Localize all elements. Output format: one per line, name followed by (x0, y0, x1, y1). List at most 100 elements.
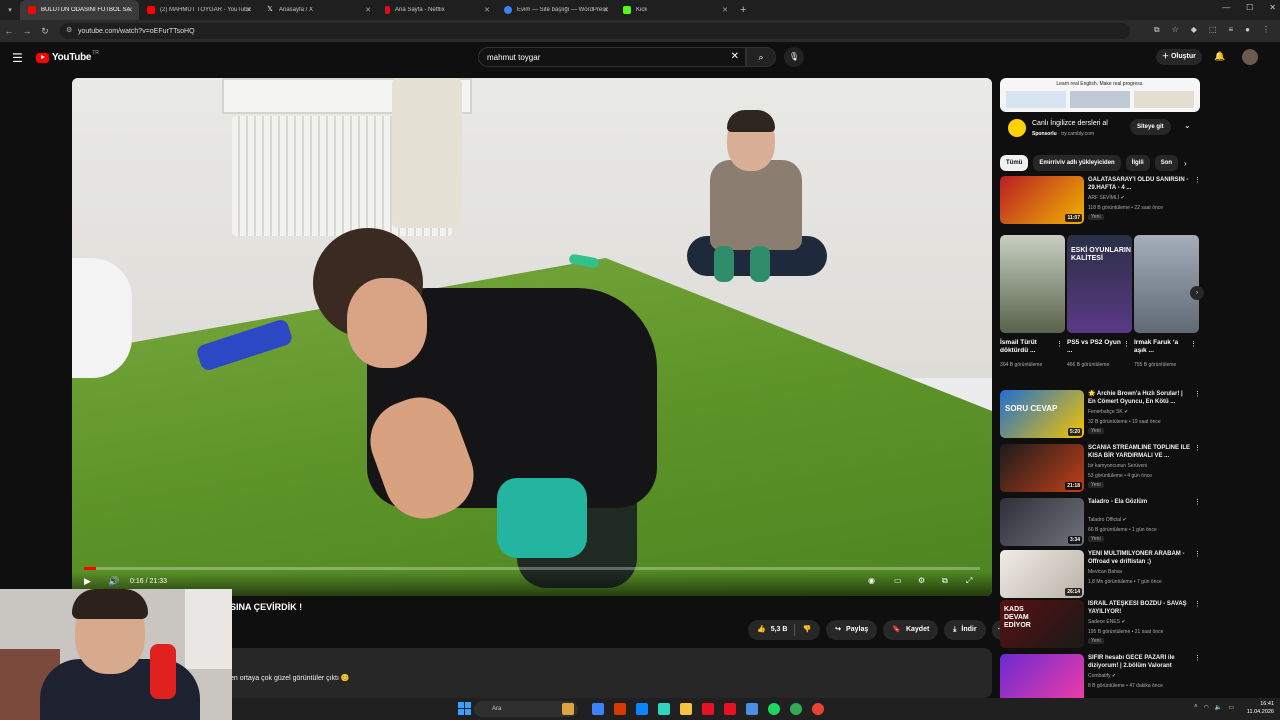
taskbar-app-icon[interactable] (680, 703, 692, 715)
short-title[interactable]: İsmail Türüt döktürdü ... (1000, 339, 1054, 355)
recommendation-item[interactable]: 11:07 GALATASARAY'I ÖLDÜ SANIRSIN - 29.H… (1000, 176, 1201, 226)
close-tab-icon[interactable]: ✕ (127, 6, 133, 14)
notifications-bell-icon[interactable]: 🔔 (1214, 51, 1225, 62)
create-button[interactable]: ＋ Oluştur (1156, 49, 1202, 65)
browser-tab-2[interactable]: 𝕏 Anasayfa / X ✕ (258, 0, 377, 20)
address-bar[interactable]: ⚙ youtube.com/watch?v=oEFurTTsoHQ (60, 23, 1130, 39)
video-title[interactable]: SIFIR hesabı GECE PAZARI ile diziyorum! … (1088, 654, 1192, 670)
minimize-icon[interactable]: — (1222, 3, 1230, 12)
channel-name[interactable]: Mevlcan Bahav (1088, 569, 1122, 575)
share-button[interactable]: ↪ Paylaş (826, 620, 878, 640)
close-tab-icon[interactable]: ✕ (722, 6, 728, 14)
video-title[interactable]: YENİ MULTİMİLYONER ARABAM - Offroad ve d… (1088, 550, 1192, 566)
hamburger-menu-icon[interactable]: ☰ (12, 51, 23, 65)
short-thumbnail[interactable]: ESKİ OYUNLARIN KALİTESİ (1067, 235, 1132, 333)
video-player[interactable]: ▶ 🔊 0:16 / 21:33 ◉ ▭ ⚙ ⧉ ⤢ (72, 78, 992, 596)
more-vert-icon[interactable]: ⋮ (1194, 550, 1201, 558)
subtitles-icon[interactable]: ▭ (894, 576, 902, 585)
search-button[interactable]: ⌕ (746, 47, 776, 67)
more-vert-icon[interactable]: ⋮ (1194, 176, 1201, 184)
video-progress-bar[interactable] (84, 567, 980, 570)
taskbar-app-icon[interactable] (562, 703, 574, 715)
channel-name[interactable]: bir kamyoncunun Serüveni (1088, 463, 1147, 469)
video-title[interactable]: GALATASARAY'I ÖLDÜ SANIRSIN - 29.HAFTA -… (1088, 176, 1192, 192)
taskbar-app-icon[interactable] (812, 703, 824, 715)
close-tab-icon[interactable]: ✕ (365, 6, 371, 14)
extensions-puzzle-icon[interactable]: ⬚ (1209, 25, 1217, 35)
channel-name[interactable]: Fenerbahçe SK ✔ (1088, 409, 1128, 415)
browser-tab-4[interactable]: Evim — Site başlığı — WordPress ✕ (496, 0, 615, 20)
taskbar-app-icon[interactable] (636, 703, 648, 715)
sponsored-ad[interactable]: Learn real English. Make real progress. … (1000, 78, 1200, 148)
clear-search-icon[interactable]: ✕ (731, 51, 739, 62)
video-thumbnail[interactable]: 26:14 (1000, 550, 1084, 598)
recommendation-item[interactable]: 26:14 YENİ MULTİMİLYONER ARABAM - Offroa… (1000, 550, 1201, 600)
like-button[interactable]: 👍 5,3 B 👎 (748, 620, 821, 640)
speaker-icon[interactable]: 🔈 (1215, 704, 1222, 711)
browser-tab-5[interactable]: Kick ✕ (615, 0, 734, 20)
reload-icon[interactable]: ↻ (36, 26, 54, 37)
tray-chevron-up-icon[interactable]: ˄ (1194, 704, 1198, 711)
recommendation-item[interactable]: SIFIR hesabı GECE PAZARI ile diziyorum! … (1000, 654, 1200, 698)
short-title[interactable]: Irmak Faruk ‘a aşık ... (1134, 339, 1188, 355)
short-title[interactable]: PS5 vs PS2 Oyun ... (1067, 339, 1121, 355)
more-vert-icon[interactable]: ⋮ (1194, 498, 1201, 506)
taskbar-app-icon[interactable] (614, 703, 626, 715)
windows-start-icon[interactable] (458, 702, 471, 715)
close-tab-icon[interactable]: ✕ (603, 6, 609, 14)
ad-banner[interactable]: Learn real English. Make real progress. (1000, 78, 1200, 112)
site-info-icon[interactable]: ⚙ (66, 26, 72, 34)
browser-tab-1[interactable]: (2) MAHMUT TOYGAR - YouTube ✕ (139, 0, 258, 20)
taskbar-app-icon[interactable] (592, 703, 604, 715)
history-icon[interactable]: ≡ (1228, 25, 1233, 35)
more-vert-icon[interactable]: ⋮ (1194, 444, 1201, 452)
bookmark-star-icon[interactable]: ☆ (1172, 25, 1179, 35)
short-thumbnail[interactable] (1134, 235, 1199, 333)
fullscreen-icon[interactable]: ⤢ (966, 576, 972, 586)
video-thumbnail[interactable]: 3:34 (1000, 498, 1084, 546)
search-input[interactable]: mahmut toygar ✕ (478, 47, 746, 67)
cast-icon[interactable]: ⧉ (1154, 25, 1160, 35)
browser-tab-3[interactable]: Ana Sayfa - Netflix ✕ (377, 0, 496, 20)
video-title[interactable]: İSRAİL ATEŞKESİ BOZDU - SAVAŞ YAYILIYOR! (1088, 600, 1192, 616)
video-thumbnail[interactable]: SORU CEVAP 5:20 (1000, 390, 1084, 438)
close-tab-icon[interactable]: ✕ (246, 6, 252, 14)
extension-icon[interactable]: ◆ (1191, 25, 1197, 35)
video-title[interactable]: SCANIA STREAMLİNE TOPLİNE İLE KISA BİR Y… (1088, 444, 1192, 460)
more-vert-icon[interactable]: ⋮ (1194, 654, 1200, 662)
wifi-icon[interactable]: ◠ (1204, 704, 1209, 711)
chip-recent[interactable]: Son (1154, 155, 1179, 171)
save-button[interactable]: 🔖 Kaydet (883, 620, 939, 640)
short-thumbnail[interactable] (1000, 235, 1065, 333)
taskbar-app-icon[interactable] (746, 703, 758, 715)
chip-related[interactable]: İlgili (1125, 155, 1150, 171)
taskbar-app-icon[interactable] (658, 703, 670, 715)
taskbar-app-icon[interactable] (724, 703, 736, 715)
video-thumbnail[interactable]: 11:07 (1000, 176, 1084, 224)
play-icon[interactable]: ▶ (84, 576, 91, 587)
chip-all[interactable]: Tümü (1000, 155, 1029, 171)
chip-uploader[interactable]: Emirriviv adlı yükleyiciden (1033, 155, 1121, 171)
more-vert-icon[interactable]: ⋮ (1123, 340, 1130, 348)
visit-site-button[interactable]: Siteye git (1130, 119, 1171, 135)
browser-menu-icon[interactable]: ⋮ (1262, 25, 1270, 35)
miniplayer-icon[interactable]: ⧉ (942, 576, 948, 586)
taskbar-app-icon[interactable] (790, 703, 802, 715)
channel-name[interactable]: ARF SEVİMLİ ✔ (1088, 195, 1125, 201)
more-vert-icon[interactable]: ⋮ (1194, 390, 1201, 398)
more-vert-icon[interactable]: ⋮ (1190, 340, 1197, 348)
tab-search-icon[interactable]: ▾ (0, 6, 20, 14)
thumbs-down-icon[interactable]: 👎 (802, 620, 811, 640)
taskbar-app-icon[interactable] (768, 703, 780, 715)
channel-name[interactable]: Sadece ENES ✔ (1088, 619, 1126, 625)
more-vert-icon[interactable]: ⋮ (1056, 340, 1063, 348)
browser-tab-0[interactable]: BULUTUN ODASINI FUTBOL SAH ✕ (20, 0, 139, 20)
taskbar-clock[interactable]: 16:41 11.04.2026 (1247, 700, 1274, 716)
voice-search-button[interactable]: 🎙 (784, 47, 804, 67)
youtube-logo[interactable]: YouTube TR (36, 50, 99, 63)
volume-icon[interactable]: 🔊 (108, 576, 119, 587)
battery-icon[interactable]: ▭ (1228, 704, 1234, 711)
recommendation-item[interactable]: SORU CEVAP 5:20 🌟 Archie Brown'a Hızlı S… (1000, 390, 1201, 440)
settings-gear-icon[interactable]: ⚙ (918, 576, 925, 585)
video-thumbnail[interactable]: KADS DEVAM EDİYOR (1000, 600, 1084, 648)
